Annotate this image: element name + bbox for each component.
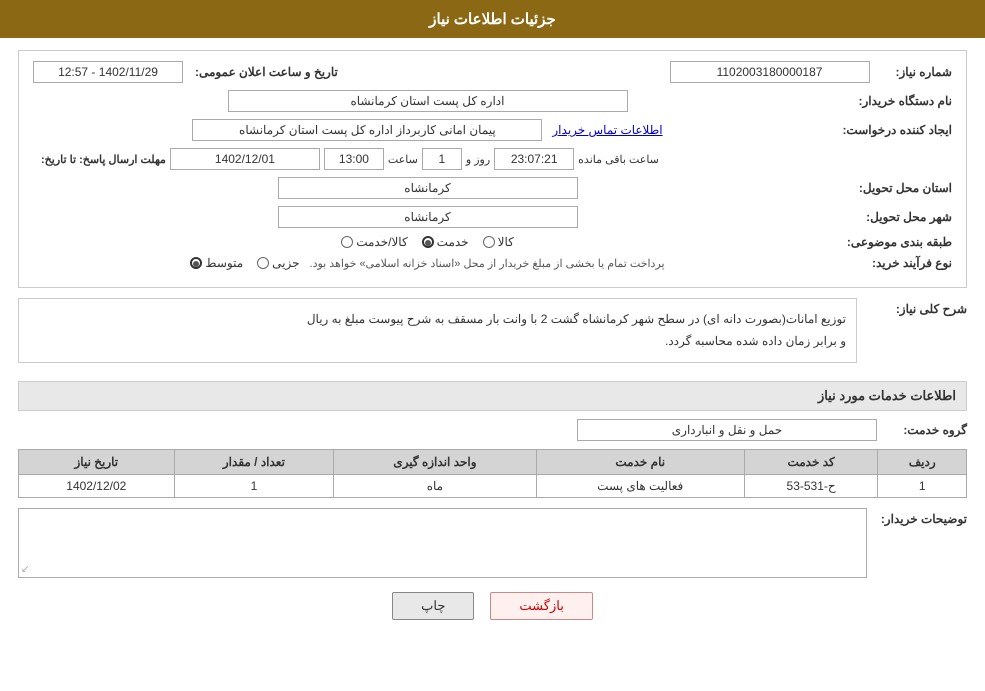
deadline-days: 1	[422, 148, 462, 170]
process-note: پرداخت تمام یا بخشی از مبلغ خریدار از مح…	[310, 257, 665, 270]
print-button[interactable]: چاپ	[392, 592, 474, 620]
contact-link[interactable]: اطلاعات تماس خریدار	[552, 123, 662, 137]
category-radio-group: کالا خدمت کالا/خدمت	[341, 235, 514, 249]
deadline-date: 1402/12/01	[170, 148, 320, 170]
table-row: 1ح-531-53فعالیت های پستماه11402/12/02	[19, 475, 967, 498]
radio-khedmat[interactable]: خدمت	[422, 235, 469, 249]
service-group-value: حمل و نقل و انبارداری	[577, 419, 877, 441]
creator-label: ایجاد کننده درخواست:	[822, 123, 952, 137]
deadline-label: مهلت ارسال پاسخ: تا تاریخ:	[33, 153, 166, 166]
radio-motavasset[interactable]: متوسط	[190, 256, 243, 270]
announce-date-label: تاریخ و ساعت اعلان عمومی:	[195, 65, 338, 79]
org-name-label: نام دستگاه خریدار:	[822, 94, 952, 108]
process-radio-group: جزیی متوسط	[190, 256, 299, 270]
city-value: کرمانشاه	[278, 206, 578, 228]
remaining-label: ساعت باقی مانده	[578, 153, 659, 166]
need-number-value: 1102003180000187	[670, 61, 870, 83]
org-name-value: اداره کل پست استان کرمانشاه	[228, 90, 628, 112]
resize-icon: ↙	[21, 564, 29, 575]
province-value: کرمانشاه	[278, 177, 578, 199]
process-label: نوع فرآیند خرید:	[822, 256, 952, 270]
services-section-title: اطلاعات خدمات مورد نیاز	[18, 381, 967, 411]
col-row: ردیف	[878, 450, 967, 475]
buyer-notes-label: توضیحات خریدار:	[867, 508, 967, 526]
col-code: کد خدمت	[744, 450, 878, 475]
deadline-time-label: ساعت	[388, 153, 418, 166]
radio-kala[interactable]: کالا	[483, 235, 514, 249]
radio-jozi[interactable]: جزیی	[257, 256, 299, 270]
page-title: جزئیات اطلاعات نیاز	[0, 0, 985, 38]
category-label: طبقه بندی موضوعی:	[822, 235, 952, 249]
deadline-time: 13:00	[324, 148, 384, 170]
col-date: تاریخ نیاز	[19, 450, 175, 475]
creator-value: پیمان امانی کاربرداز اداره کل پست استان …	[192, 119, 542, 141]
service-group-label: گروه خدمت:	[877, 423, 967, 437]
announce-date-value: 1402/11/29 - 12:57	[33, 61, 183, 83]
back-button[interactable]: بازگشت	[490, 592, 592, 620]
col-unit: واحد اندازه گیری	[334, 450, 536, 475]
city-label: شهر محل تحویل:	[822, 210, 952, 224]
description-line2: و برابر زمان داده شده محاسبه گردد.	[29, 331, 846, 353]
description-line1: توزیع امانات(بصورت دانه ای) در سطح شهر ک…	[29, 309, 846, 331]
services-table: ردیف کد خدمت نام خدمت واحد اندازه گیری ت…	[18, 449, 967, 498]
province-label: استان محل تحویل:	[822, 181, 952, 195]
need-number-label: شماره نیاز:	[896, 65, 952, 79]
description-label: شرح کلی نیاز:	[857, 298, 967, 316]
buyer-notes-box[interactable]: ↙	[18, 508, 867, 578]
remaining-and: روز و	[466, 153, 490, 166]
radio-kala-khedmat[interactable]: کالا/خدمت	[341, 235, 407, 249]
remaining-time: 23:07:21	[494, 148, 574, 170]
col-name: نام خدمت	[536, 450, 744, 475]
col-qty: تعداد / مقدار	[174, 450, 334, 475]
